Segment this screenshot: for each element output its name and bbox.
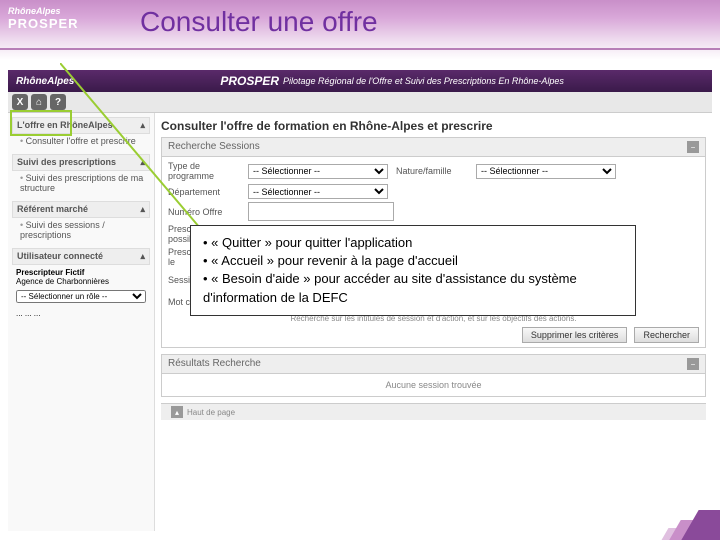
slide-title: Consulter une offre — [140, 6, 378, 38]
app-toolbar: X ⌂ ? — [8, 92, 712, 113]
user-name: Prescripteur Fictif — [16, 268, 146, 277]
select-type-programme[interactable]: -- Sélectionner -- — [248, 164, 388, 179]
title-underline — [0, 48, 720, 50]
label-numero-offre: Numéro Offre — [168, 207, 248, 217]
sidebar-item-consulter[interactable]: Consulter l'offre et prescrire — [12, 134, 150, 148]
footer: ▴ Haut de page — [161, 403, 706, 420]
home-button[interactable]: ⌂ — [31, 94, 47, 110]
label-nature: Nature/famille — [396, 166, 476, 176]
sidebar-section-referent[interactable]: Référent marché▴ — [12, 201, 150, 218]
callout-box: • « Quitter » pour quitter l'application… — [190, 225, 636, 316]
callout-line-3: • « Besoin d'aide » pour accéder au site… — [203, 270, 623, 306]
brand-region: RhôneAlpes — [8, 6, 79, 16]
user-dots: ... ... ... — [16, 309, 146, 318]
help-button[interactable]: ? — [50, 94, 66, 110]
callout-line-1: • « Quitter » pour quitter l'application — [203, 234, 623, 252]
app-tagline: Pilotage Régional de l'Offre et Suivi de… — [283, 76, 564, 86]
select-departement[interactable]: -- Sélectionner -- — [248, 184, 388, 199]
label-type-programme: Type de programme — [168, 161, 248, 181]
role-select[interactable]: -- Sélectionner un rôle -- — [16, 290, 146, 303]
search-button[interactable]: Rechercher — [634, 327, 699, 343]
no-results-text: Aucune session trouvée — [162, 374, 705, 396]
app-brand-name: PROSPER — [220, 74, 279, 88]
clear-button[interactable]: Supprimer les critères — [522, 327, 628, 343]
quit-button[interactable]: X — [12, 94, 28, 110]
top-icon[interactable]: ▴ — [171, 406, 183, 418]
search-panel-title: Recherche Sessions — [168, 141, 260, 153]
sidebar-section-offre[interactable]: L'offre en RhôneAlpes▴ — [12, 117, 150, 134]
page-title: Consulter l'offre de formation en Rhône-… — [161, 119, 706, 133]
corner-decoration — [640, 510, 720, 540]
collapse-icon[interactable]: − — [687, 358, 699, 370]
app-brand-region: RhôneAlpes — [16, 76, 74, 87]
collapse-icon[interactable]: − — [687, 141, 699, 153]
label-departement: Département — [168, 187, 248, 197]
callout-line-2: • « Accueil » pour revenir à la page d'a… — [203, 252, 623, 270]
brand-app: PROSPER — [8, 16, 79, 31]
footer-text[interactable]: Haut de page — [187, 408, 235, 417]
sidebar-section-user[interactable]: Utilisateur connecté▴ — [12, 248, 150, 265]
user-agency: Agence de Charbonnières — [16, 277, 146, 286]
app-header: RhôneAlpes PROSPER Pilotage Régional de … — [8, 70, 712, 92]
input-numero-offre[interactable] — [248, 202, 394, 221]
results-panel: Résultats Recherche − Aucune session trou… — [161, 354, 706, 397]
sidebar-item-sessions[interactable]: Suivi des sessions / prescriptions — [12, 218, 150, 242]
slide-brand: RhôneAlpes PROSPER — [8, 6, 79, 31]
select-nature[interactable]: -- Sélectionner -- — [476, 164, 616, 179]
sidebar-section-suivi[interactable]: Suivi des prescriptions▴ — [12, 154, 150, 171]
results-panel-title: Résultats Recherche — [168, 358, 261, 370]
sidebar-item-suivi[interactable]: Suivi des prescriptions de ma structure — [12, 171, 150, 195]
sidebar: L'offre en RhôneAlpes▴ Consulter l'offre… — [8, 113, 155, 531]
main-content: Consulter l'offre de formation en Rhône-… — [155, 113, 712, 531]
